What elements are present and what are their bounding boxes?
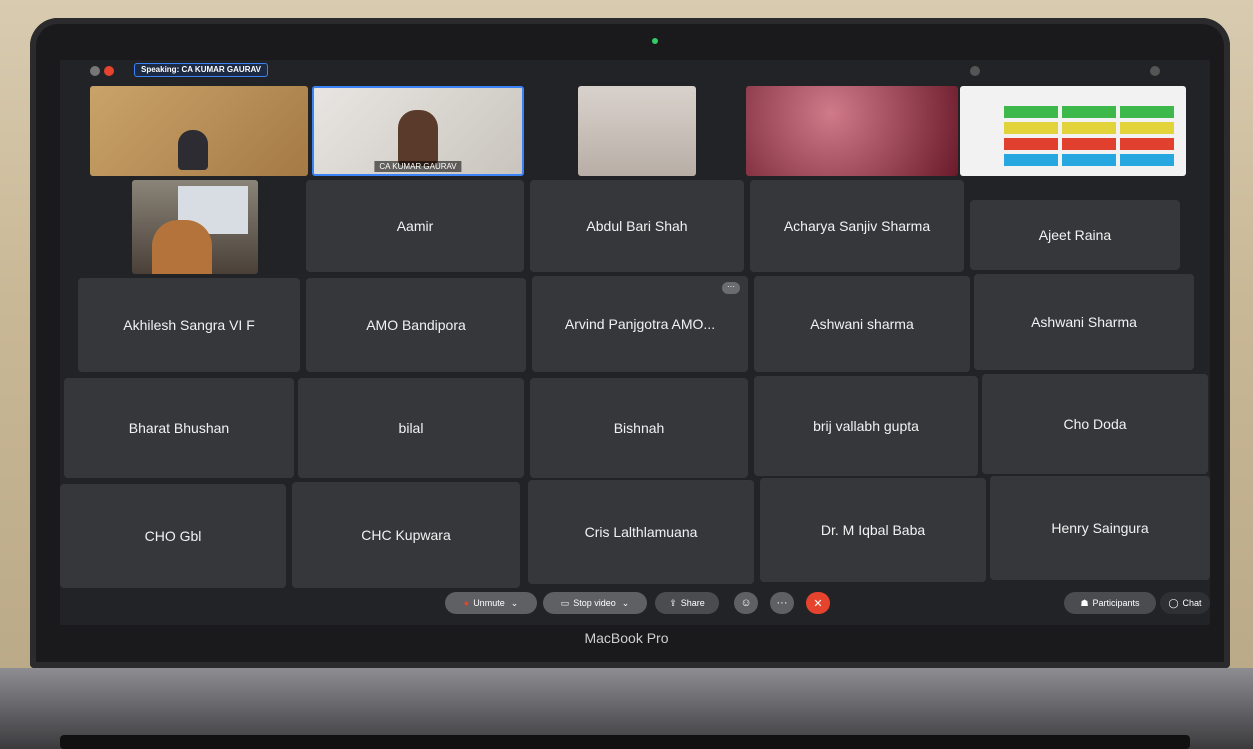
window-button-grey[interactable]	[90, 66, 100, 76]
grid-cell	[1004, 122, 1058, 134]
stop-video-label: Stop video	[573, 598, 616, 608]
meeting-controls: ● Unmute ⌄ ▭ Stop video ⌄ ⇪ Share ☺ ··· …	[60, 592, 1210, 622]
participant-tile[interactable]: Dr. M Iqbal Baba	[760, 478, 986, 582]
video-tile-3[interactable]	[578, 86, 696, 176]
active-speaker-tile[interactable]: CA KUMAR GAURAV	[312, 86, 524, 176]
video-tile-6[interactable]	[132, 180, 258, 274]
share-button[interactable]: ⇪ Share	[655, 592, 719, 614]
speaking-badge: Speaking: CA KUMAR GAURAV	[134, 63, 269, 77]
participant-tile[interactable]: bilal	[298, 378, 524, 478]
chat-icon: ◯	[1168, 597, 1179, 608]
emoji-icon: ☺	[740, 597, 752, 609]
collapse-icon-left[interactable]	[970, 66, 980, 76]
grid-cell	[1004, 106, 1058, 118]
participant-tile[interactable]: CHO Gbl	[60, 484, 286, 588]
participant-tile[interactable]: Akhilesh Sangra VI F	[78, 278, 300, 372]
top-bar: Speaking: CA KUMAR GAURAV	[60, 60, 1210, 80]
collapse-icon-right[interactable]	[1150, 66, 1160, 76]
end-call-button[interactable]: ✕	[806, 592, 830, 614]
unmute-label: Unmute	[473, 598, 505, 608]
more-icon: ···	[776, 597, 788, 609]
participant-avatar	[178, 130, 208, 170]
reactions-button[interactable]: ☺	[734, 592, 758, 614]
person-shape	[152, 220, 212, 274]
share-icon: ⇪	[669, 597, 677, 608]
touch-bar	[60, 735, 1190, 749]
participants-icon: ☗	[1080, 597, 1089, 608]
grid-cell	[1062, 138, 1116, 150]
grid-cell	[1062, 106, 1116, 118]
chevron-down-icon[interactable]: ⌄	[622, 598, 630, 609]
chat-button[interactable]: ◯ Chat	[1160, 592, 1210, 614]
mic-muted-icon: ●	[463, 598, 470, 608]
grid-cell	[1004, 138, 1058, 150]
participant-tile[interactable]: Bharat Bhushan	[64, 378, 294, 478]
grid-cell	[1120, 138, 1174, 150]
camera-indicator	[652, 38, 658, 44]
video-tile-1[interactable]	[90, 86, 308, 176]
participant-tile[interactable]: Ashwani sharma	[754, 276, 970, 372]
meeting-screen: Speaking: CA KUMAR GAURAV CA KUMAR GAURA…	[60, 60, 1210, 625]
camera-icon: ▭	[560, 597, 570, 608]
grid-cell	[1120, 122, 1174, 134]
participant-tile[interactable]: Ashwani Sharma	[974, 274, 1194, 370]
chat-label: Chat	[1182, 598, 1202, 608]
participant-tile[interactable]: Bishnah	[530, 378, 748, 478]
window-button-red[interactable]	[104, 66, 114, 76]
share-label: Share	[680, 598, 705, 608]
screen-share-tile[interactable]	[960, 86, 1186, 176]
participant-tile[interactable]: CHC Kupwara	[292, 482, 520, 588]
grid-cell	[1120, 154, 1174, 166]
participant-tile[interactable]: AMO Bandipora	[306, 278, 526, 372]
grid-cell	[1062, 154, 1116, 166]
participant-tile[interactable]: Acharya Sanjiv Sharma	[750, 180, 964, 272]
bezel-label: MacBook Pro	[584, 630, 669, 646]
speaker-name-label: CA KUMAR GAURAV	[374, 161, 462, 172]
speaker-avatar	[398, 110, 438, 166]
video-tile-4[interactable]	[746, 86, 958, 176]
participant-tile[interactable]: Ajeet Raina	[970, 200, 1180, 270]
chevron-down-icon[interactable]: ⌄	[511, 598, 519, 609]
participant-tile[interactable]: Henry Saingura	[990, 476, 1210, 580]
shared-grid	[1004, 106, 1174, 166]
participants-button[interactable]: ☗ Participants	[1064, 592, 1156, 614]
participant-tile[interactable]: Cho Doda	[982, 374, 1208, 474]
participant-tile[interactable]: Cris Lalthlamuana	[528, 480, 754, 584]
more-options-icon[interactable]: ···	[722, 282, 740, 294]
stop-video-button[interactable]: ▭ Stop video ⌄	[543, 592, 647, 614]
participant-tile[interactable]: Abdul Bari Shah	[530, 180, 744, 272]
participant-tile[interactable]: Arvind Panjgotra AMO...	[532, 276, 748, 372]
grid-cell	[1120, 106, 1174, 118]
participants-label: Participants	[1092, 598, 1140, 608]
unmute-button[interactable]: ● Unmute ⌄	[445, 592, 537, 614]
close-icon: ✕	[813, 597, 823, 610]
grid-cell	[1004, 154, 1058, 166]
more-button[interactable]: ···	[770, 592, 794, 614]
participant-tile[interactable]: Aamir	[306, 180, 524, 272]
participant-tile[interactable]: brij vallabh gupta	[754, 376, 978, 476]
grid-cell	[1062, 122, 1116, 134]
